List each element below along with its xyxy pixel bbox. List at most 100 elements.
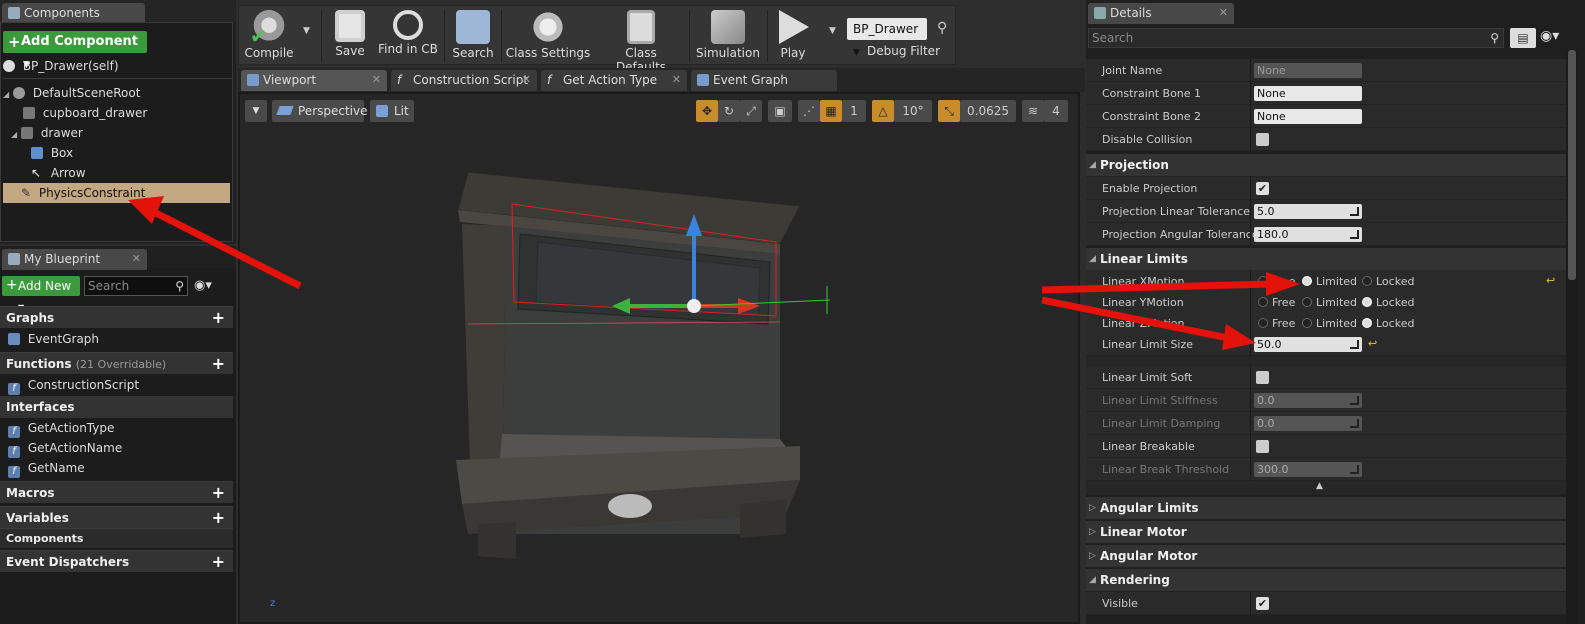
radio-label: Limited [1316,317,1358,330]
projection-angular-tolerance-field[interactable]: 180.0 [1254,227,1362,242]
zmotion-locked-radio[interactable] [1362,318,1372,328]
simulation-button[interactable]: Simulation [695,6,761,66]
tree-item-cupboard-drawer[interactable]: cupboard_drawer [23,103,147,123]
save-button[interactable]: Save [327,6,373,66]
section-interfaces[interactable]: Interfaces [0,396,233,418]
tab-details[interactable]: Details ✕ [1088,3,1234,24]
visibility-eye-icon[interactable]: ◉▾ [1540,28,1559,44]
ymotion-locked-radio[interactable] [1362,297,1372,307]
details-scrollbar[interactable] [1566,50,1578,624]
view-options-eye-icon[interactable]: ◉▾ [194,278,212,293]
compile-options-chevron-icon[interactable]: ▼ [303,26,310,36]
tree-item-self[interactable]: BP_Drawer(self) [3,56,232,76]
prop-projection-linear-tolerance: Projection Linear Tolerance 5.0 [1086,200,1566,223]
constraint-bone-1-field[interactable]: None [1254,86,1362,101]
section-projection[interactable]: ◢ Projection [1086,154,1566,177]
section-angular-limits[interactable]: ▷ Angular Limits [1086,497,1566,520]
section-linear-limits[interactable]: ◢ Linear Limits [1086,248,1566,271]
list-item-eventgraph[interactable]: EventGraph [0,329,233,349]
close-icon[interactable]: ✕ [1219,3,1228,23]
find-in-cb-button[interactable]: Find in CB [377,6,439,66]
play-options-chevron-icon[interactable]: ▼ [829,26,836,36]
search-button[interactable]: Search [449,6,497,66]
section-angular-motor[interactable]: ▷ Angular Motor [1086,545,1566,568]
toolbar-separator [501,10,502,62]
linear-limit-size-field[interactable]: 50.0 [1254,337,1362,352]
my-blueprint-search-input[interactable]: Search ⚲ [84,276,188,296]
section-components[interactable]: Components [0,528,233,548]
tab-construction-script[interactable]: f Construction Script ✕ [391,70,537,91]
add-graph-button[interactable]: + [212,307,225,329]
visible-checkbox[interactable]: ✔ [1256,597,1269,610]
add-component-button[interactable]: + Add Component ▼ [3,31,147,70]
linear-breakable-checkbox[interactable] [1256,440,1269,453]
list-item-getname[interactable]: f GetName [0,458,233,478]
tab-my-blueprint[interactable]: My Blueprint ✕ [2,249,147,270]
linear-break-threshold-field[interactable]: 300.0 [1254,462,1362,477]
list-item-constructionscript[interactable]: f ConstructionScript [0,375,233,395]
class-defaults-button[interactable]: Class Defaults [599,6,683,74]
disable-collision-checkbox[interactable] [1256,133,1269,146]
property-matrix-icon[interactable]: ▤ [1510,28,1536,48]
compile-label: Compile [244,46,294,60]
tab-get-action-type[interactable]: f Get Action Type ✕ [541,70,687,91]
close-icon[interactable]: ✕ [672,70,681,90]
compile-button[interactable]: ✔ Compile [241,6,297,66]
list-item-getactionname[interactable]: f GetActionName [0,438,233,458]
section-macros[interactable]: Macros + [0,481,233,503]
xmotion-free-radio[interactable] [1258,276,1268,286]
tree-item-drawer[interactable]: ◢ drawer [11,123,83,143]
linear-limit-stiffness-field[interactable]: 0.0 [1254,393,1362,408]
reset-to-default-icon[interactable]: ↩ [1546,274,1555,287]
ymotion-free-radio[interactable] [1258,297,1268,307]
joint-name-field[interactable]: None [1254,63,1362,78]
add-variable-button[interactable]: + [212,507,225,529]
viewport[interactable]: ▼ Perspective Lit ✥ ↻ ⤢ ▣ ⋰ ▦ 1 △ 10° ⤡ … [238,92,1080,624]
ymotion-limited-radio[interactable] [1302,297,1312,307]
add-new-button[interactable]: + Add New ▼ [2,276,80,312]
enable-projection-checkbox[interactable]: ✔ [1256,182,1269,195]
tree-item-defaultsceneroot[interactable]: ◢ DefaultSceneRoot [3,83,140,103]
tab-viewport[interactable]: Viewport ✕ [241,70,387,91]
linear-limit-soft-checkbox[interactable] [1256,371,1269,384]
column-divider [1250,333,1251,356]
xmotion-limited-radio[interactable] [1302,276,1312,286]
add-macro-button[interactable]: + [212,482,225,504]
add-function-button[interactable]: + [212,353,225,375]
play-button[interactable]: Play [771,6,815,66]
section-functions[interactable]: Functions (21 Overridable) + [0,352,233,374]
section-graphs[interactable]: Graphs + [0,306,233,328]
class-settings-button[interactable]: Class Settings [505,6,591,66]
constraint-bone-2-field[interactable]: None [1254,109,1362,124]
projection-linear-tolerance-field[interactable]: 5.0 [1254,204,1362,219]
close-icon[interactable]: ✕ [372,70,381,90]
static-mesh-icon [23,107,35,119]
section-rendering[interactable]: ◢ Rendering [1086,569,1566,592]
section-event-dispatchers[interactable]: Event Dispatchers + [0,550,233,572]
viewport-scene: z [270,171,831,609]
close-icon[interactable]: ✕ [522,70,531,90]
zmotion-free-radio[interactable] [1258,318,1268,328]
advanced-collapse-row[interactable]: ▲ [1086,481,1566,495]
zmotion-limited-radio[interactable] [1302,318,1312,328]
linear-limit-damping-field[interactable]: 0.0 [1254,416,1362,431]
close-icon[interactable]: ✕ [132,249,141,269]
section-variables[interactable]: Variables + [0,506,233,528]
tab-components[interactable]: Components [2,3,145,24]
debug-object-select[interactable]: BP_Drawer ▼ [847,18,927,58]
reset-to-default-icon[interactable]: ↩ [1368,337,1377,350]
details-search-input[interactable]: Search ⚲ [1088,28,1504,48]
section-functions-label: Functions [6,357,72,371]
tree-item-physicsconstraint[interactable]: ✎ PhysicsConstraint [3,183,230,203]
prop-constraint-bone-2: Constraint Bone 2 None [1086,105,1566,128]
tab-event-graph[interactable]: Event Graph [691,70,837,91]
scrollbar-thumb[interactable] [1568,50,1576,280]
tree-item-box[interactable]: Box [31,143,73,163]
tree-item-self-label: BP_Drawer(self) [22,59,119,73]
tree-item-arrow[interactable]: ↖ Arrow [31,163,86,183]
section-linear-motor[interactable]: ▷ Linear Motor [1086,521,1566,544]
debug-search-icon[interactable]: ⚲ [937,20,947,36]
list-item-getactiontype[interactable]: f GetActionType [0,418,233,438]
xmotion-locked-radio[interactable] [1362,276,1372,286]
add-event-dispatcher-button[interactable]: + [212,551,225,573]
